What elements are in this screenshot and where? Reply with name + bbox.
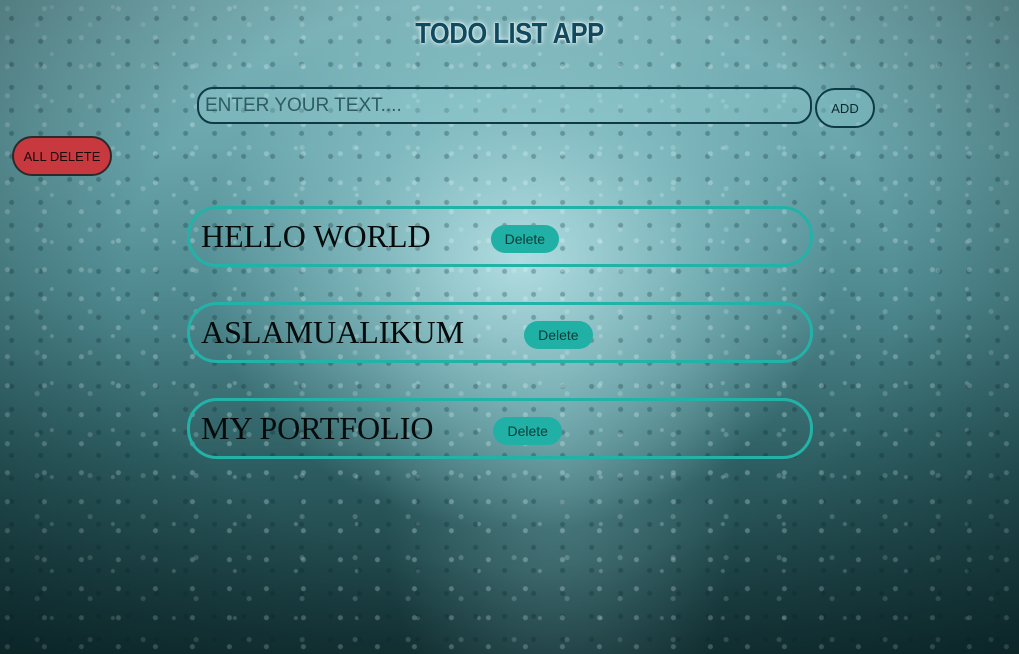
app-title: TODO LIST APP	[415, 18, 604, 50]
delete-button[interactable]: Delete	[490, 224, 560, 253]
todo-item: HELLO WORLD Delete	[187, 206, 813, 267]
delete-button[interactable]: Delete	[524, 320, 593, 349]
delete-button[interactable]: Delete	[493, 416, 562, 445]
todo-list: HELLO WORLD Delete ASLAMUALIKUM Delete M…	[187, 206, 813, 494]
all-delete-button[interactable]: ALL DELETE	[12, 136, 112, 176]
todo-item-text: HELLO WORLD	[201, 218, 431, 254]
todo-item-text: MY PORTFOLIO	[201, 410, 434, 446]
todo-item-text: ASLAMUALIKUM	[201, 314, 465, 350]
app-background: { "app": { "title": "TODO LIST APP" }, "…	[0, 0, 1019, 654]
todo-item: ASLAMUALIKUM Delete	[187, 302, 813, 363]
todo-item: MY PORTFOLIO Delete	[187, 398, 813, 459]
add-button[interactable]: ADD	[815, 88, 875, 128]
todo-text-input[interactable]	[197, 87, 812, 124]
